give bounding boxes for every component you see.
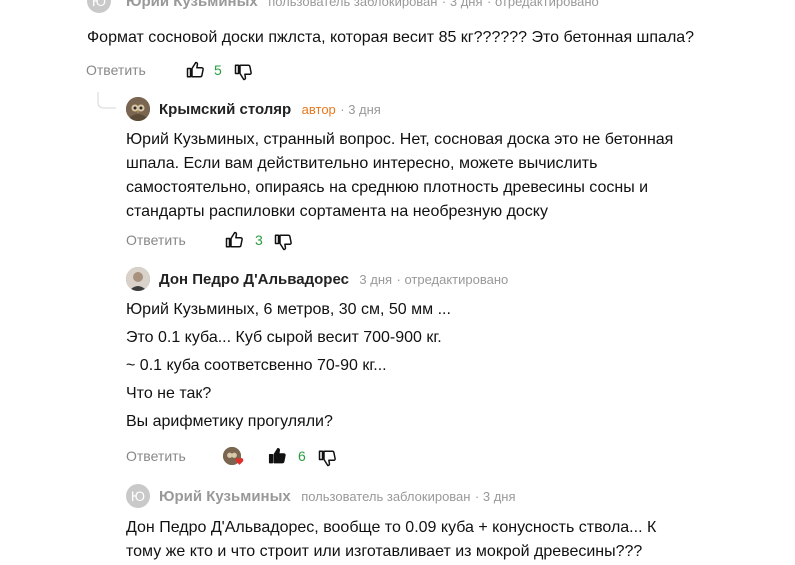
comment-paragraph: ~ 0.1 куба соответсвенно 70-90 кг... [126,357,387,374]
like-count: 6 [298,448,306,464]
comment-author[interactable]: Дон Педро Д'Альвадорес [159,271,349,288]
author-badge: автор [301,102,336,117]
like-count: 5 [214,62,222,78]
comment-time[interactable]: 3 дня [359,272,392,287]
comment-header: Юрий Кузьминых пользователь заблокирован… [126,0,599,11]
user-status: пользователь заблокирован [268,0,438,9]
thumbs-down-icon[interactable] [274,233,292,251]
reply-button[interactable]: Ответить [86,62,146,78]
comment-author[interactable]: Юрий Кузьминых [126,0,258,10]
separator: · [486,0,495,9]
comment-author[interactable]: Юрий Кузьминых [159,488,291,505]
separator: · [474,489,483,504]
comment-time[interactable]: 3 дня [483,489,516,504]
comment-text: Дон Педро Д'Альвадорес, вообще то 0.09 к… [126,519,657,560]
comment-paragraph: Юрий Кузьминых, 6 метров, 30 см, 50 мм .… [126,301,451,318]
comment-paragraph: Что не так? [126,385,212,402]
thumbs-down-icon[interactable] [234,63,252,81]
avatar[interactable] [126,267,150,291]
avatar-letter: Ю [130,488,146,504]
comment-text: Юрий Кузьминых, странный вопрос. Нет, со… [126,131,674,220]
heart-icon [235,458,244,465]
comment-time[interactable]: 3 дня [348,102,381,117]
avatar[interactable]: Ю [87,0,111,13]
reply-button[interactable]: Ответить [126,232,186,248]
comment-author[interactable]: Крымский столяр [159,101,291,118]
user-status: пользователь заблокирован [301,489,471,504]
comment-text: Формат сосновой доски пжлста, которая ве… [87,29,695,46]
avatar-letter: Ю [91,0,107,9]
thumbs-up-filled-icon[interactable] [268,447,286,465]
like-count: 3 [255,232,263,248]
edited-label: отредактировано [404,272,509,287]
thumbs-up-icon[interactable] [186,61,204,79]
comment-header: Юрий Кузьминых пользователь заблокирован… [159,488,516,506]
avatar[interactable]: Ю [126,484,150,508]
owl-avatar-icon [126,97,150,121]
edited-label: отредактировано [494,0,599,9]
thread-line [97,92,116,109]
avatar[interactable] [126,97,150,121]
separator: · [340,102,349,117]
separator: · [441,0,450,9]
comment-paragraph: Это 0.1 куба... Куб сырой весит 700-900 … [126,329,442,346]
comment-header: Крымский столяр автор · 3 дня [159,101,381,119]
comment-time[interactable]: 3 дня [450,0,483,9]
thumbs-up-icon[interactable] [225,231,243,249]
thumbs-down-icon[interactable] [318,449,336,467]
comment-header: Дон Педро Д'Альвадорес 3 дня · отредакти… [159,271,508,289]
reply-button[interactable]: Ответить [126,448,186,464]
comment-paragraph: Вы арифметику прогуляли? [126,413,333,430]
user-photo-icon [126,267,150,291]
